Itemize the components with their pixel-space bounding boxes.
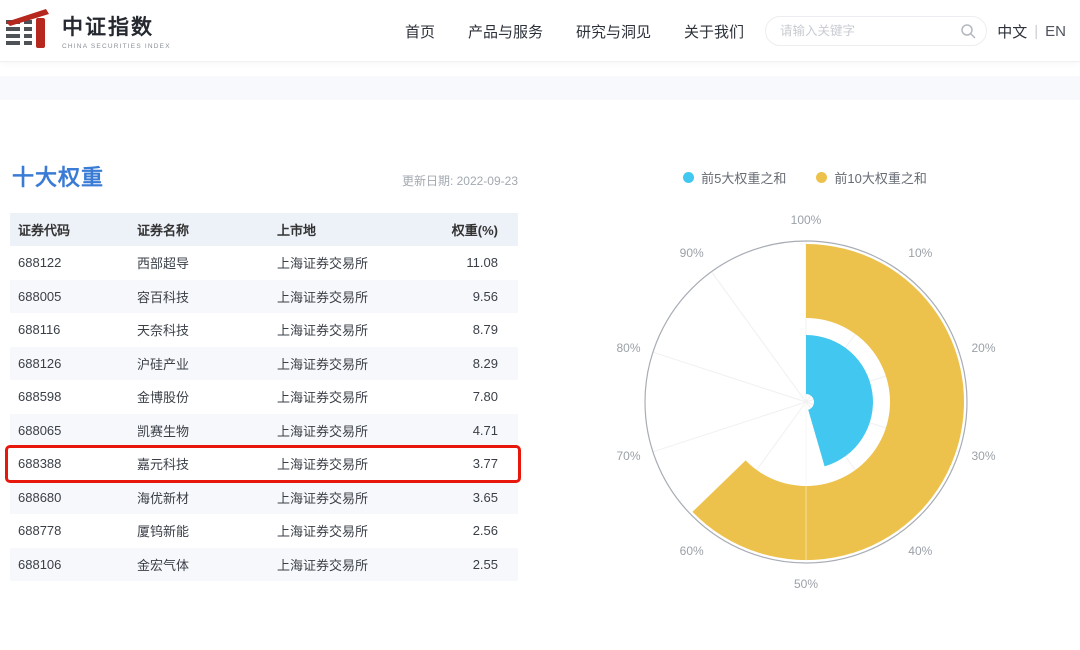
col-header-code: 证券代码	[10, 220, 137, 239]
cell-name: 金博股份	[137, 387, 277, 406]
col-header-weight: 权重(%)	[408, 220, 518, 239]
cell-weight: 3.77	[408, 456, 518, 471]
cell-market: 上海证券交易所	[277, 387, 408, 406]
cell-code: 688778	[10, 523, 137, 538]
table-row: 688065 凯赛生物 上海证券交易所 4.71	[10, 414, 518, 448]
cell-weight: 4.71	[408, 423, 518, 438]
cell-code: 688680	[10, 490, 137, 505]
csi-logo-icon	[6, 8, 54, 52]
nav-item[interactable]: 关于我们	[684, 21, 744, 42]
legend-item[interactable]: 前5大权重之和	[683, 168, 786, 187]
axis-tick-label: 50%	[794, 577, 818, 591]
cell-code: 688126	[10, 356, 137, 371]
lang-divider: |	[1034, 23, 1038, 40]
axis-tick-label: 80%	[616, 341, 640, 355]
main-nav: 首页 产品与服务 研究与洞见 关于我们	[405, 0, 744, 62]
logo-title: 中证指数	[62, 11, 171, 41]
cell-code: 688598	[10, 389, 137, 404]
cell-weight: 8.29	[408, 356, 518, 371]
cell-name: 西部超导	[137, 253, 277, 272]
axis-tick-label: 70%	[616, 449, 640, 463]
cell-code: 688005	[10, 289, 137, 304]
axis-tick-label: 60%	[680, 544, 704, 558]
cell-name: 金宏气体	[137, 555, 277, 574]
search-input[interactable]	[780, 24, 960, 38]
cell-code: 688116	[10, 322, 137, 337]
table-row: 688122 西部超导 上海证券交易所 11.08	[10, 246, 518, 280]
cell-weight: 8.79	[408, 322, 518, 337]
top-header: 中证指数 CHINA SECURITIES INDEX 首页 产品与服务 研究与…	[0, 0, 1080, 62]
site-logo[interactable]: 中证指数 CHINA SECURITIES INDEX	[6, 8, 171, 52]
chart-legend: 前5大权重之和 前10大权重之和	[560, 160, 1050, 187]
cell-market: 上海证券交易所	[277, 287, 408, 306]
legend-item[interactable]: 前10大权重之和	[816, 168, 926, 187]
lang-en-link[interactable]: EN	[1045, 23, 1066, 40]
weights-donut-chart: 10% 20% 30% 40% 50% 60% 70% 80% 90% 100%	[606, 202, 1006, 602]
cell-market: 上海证券交易所	[277, 488, 408, 507]
search-icon[interactable]	[960, 23, 976, 39]
nav-item[interactable]: 研究与洞见	[576, 21, 651, 42]
table-row: 688106 金宏气体 上海证券交易所 2.55	[10, 548, 518, 582]
table-body: 688122 西部超导 上海证券交易所 11.08 688005 容百科技 上海…	[10, 246, 518, 581]
table-row: 688116 天奈科技 上海证券交易所 8.79	[10, 313, 518, 347]
cell-name: 嘉元科技	[137, 454, 277, 473]
table-row: 688598 金博股份 上海证券交易所 7.80	[10, 380, 518, 414]
weights-table: 证券代码 证券名称 上市地 权重(%) 688122 西部超导 上海证券交易所 …	[10, 213, 518, 581]
table-row: 688778 厦钨新能 上海证券交易所 2.56	[10, 514, 518, 548]
page-title: 十大权重	[12, 160, 104, 192]
cell-weight: 7.80	[408, 389, 518, 404]
legend-label: 前10大权重之和	[834, 168, 926, 187]
table-row: 688005 容百科技 上海证券交易所 9.56	[10, 280, 518, 314]
legend-dot	[816, 172, 827, 183]
cell-weight: 3.65	[408, 490, 518, 505]
update-date: 更新日期: 2022-09-23	[402, 172, 518, 192]
table-row: 688388 嘉元科技 上海证券交易所 3.77	[10, 447, 518, 481]
nav-item[interactable]: 产品与服务	[468, 21, 543, 42]
cell-weight: 2.56	[408, 523, 518, 538]
col-header-market: 上市地	[277, 220, 408, 239]
table-row: 688126 沪硅产业 上海证券交易所 8.29	[10, 347, 518, 381]
cell-market: 上海证券交易所	[277, 354, 408, 373]
cell-code: 688388	[10, 456, 137, 471]
col-header-name: 证券名称	[137, 220, 277, 239]
cell-name: 厦钨新能	[137, 521, 277, 540]
cell-market: 上海证券交易所	[277, 253, 408, 272]
axis-tick-label: 100%	[791, 213, 822, 227]
nav-item[interactable]: 首页	[405, 21, 435, 42]
cell-market: 上海证券交易所	[277, 421, 408, 440]
cell-name: 沪硅产业	[137, 354, 277, 373]
cell-name: 容百科技	[137, 287, 277, 306]
lang-zh-link[interactable]: 中文	[997, 21, 1027, 42]
axis-tick-label: 20%	[972, 341, 996, 355]
sub-banner-strip	[0, 76, 1080, 100]
cell-market: 上海证券交易所	[277, 555, 408, 574]
table-header-row: 证券代码 证券名称 上市地 权重(%)	[10, 213, 518, 246]
weights-section: 十大权重 更新日期: 2022-09-23 证券代码 证券名称 上市地 权重(%…	[10, 160, 518, 581]
logo-subtitle: CHINA SECURITIES INDEX	[62, 43, 171, 50]
axis-tick-label: 90%	[680, 246, 704, 260]
cell-market: 上海证券交易所	[277, 320, 408, 339]
axis-tick-label: 30%	[972, 449, 996, 463]
legend-label: 前5大权重之和	[701, 168, 786, 187]
cell-weight: 9.56	[408, 289, 518, 304]
table-row: 688680 海优新材 上海证券交易所 3.65	[10, 481, 518, 515]
cell-weight: 2.55	[408, 557, 518, 572]
cell-name: 天奈科技	[137, 320, 277, 339]
language-switcher: 中文 | EN	[997, 0, 1066, 62]
cell-market: 上海证券交易所	[277, 521, 408, 540]
cell-market: 上海证券交易所	[277, 454, 408, 473]
cell-code: 688065	[10, 423, 137, 438]
legend-dot	[683, 172, 694, 183]
cell-weight: 11.08	[408, 255, 518, 270]
cell-code: 688106	[10, 557, 137, 572]
cell-name: 海优新材	[137, 488, 277, 507]
axis-tick-label: 40%	[908, 544, 932, 558]
axis-tick-label: 10%	[908, 246, 932, 260]
cell-name: 凯赛生物	[137, 421, 277, 440]
search-box	[765, 16, 987, 46]
cell-code: 688122	[10, 255, 137, 270]
chart-section: 前5大权重之和 前10大权重之和 10% 20% 30% 40% 50% 60% 70% 80…	[560, 160, 1050, 602]
